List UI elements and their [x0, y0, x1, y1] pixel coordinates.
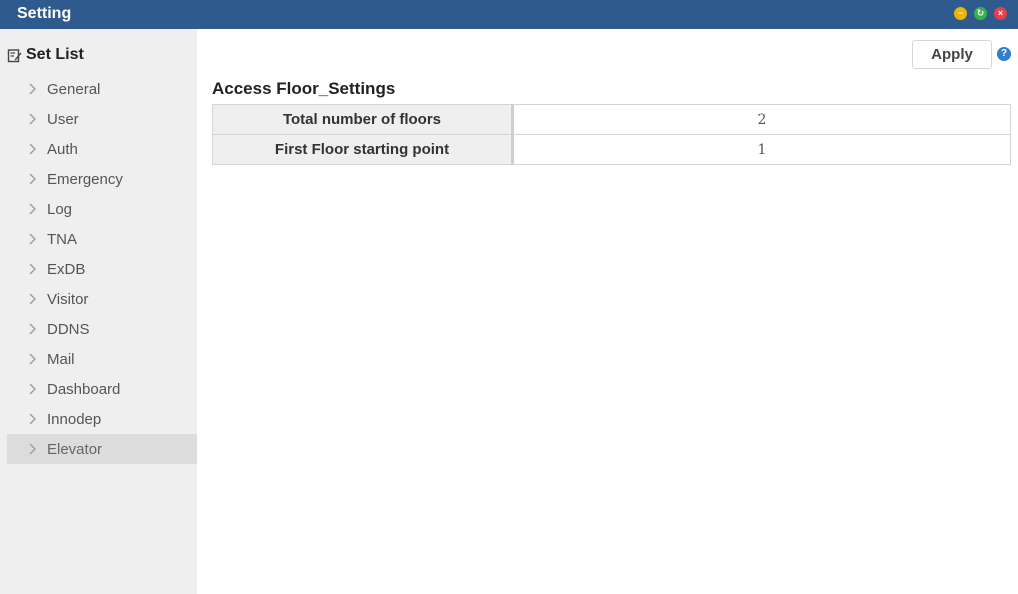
chevron-right-icon — [29, 383, 36, 395]
sidebar-item-label: Emergency — [47, 170, 123, 188]
sidebar-item-mail[interactable]: Mail — [7, 344, 197, 374]
chevron-right-icon — [29, 233, 36, 245]
setting-value-field[interactable]: 1 — [512, 134, 1011, 165]
settings-table: Total number of floors 2 First Floor start… — [212, 104, 1011, 165]
minimize-icon[interactable]: − — [954, 7, 967, 20]
chevron-right-icon — [29, 443, 36, 455]
chevron-right-icon — [29, 143, 36, 155]
sidebar-item-label: Innodep — [47, 410, 102, 428]
edit-list-icon — [7, 48, 22, 62]
settings-nav: General User Auth Emergency Log TNA ExDB Visito… — [7, 74, 197, 464]
setting-label: First Floor starting point — [212, 134, 514, 165]
sidebar-item-label: ExDB — [47, 260, 86, 278]
sidebar: Set List General User Auth Emergency Log TNA E… — [0, 29, 197, 594]
table-row: Total number of floors 2 — [212, 104, 1011, 135]
sidebar-item-label: Auth — [47, 140, 78, 158]
chevron-right-icon — [29, 263, 36, 275]
sidebar-item-label: DDNS — [47, 320, 90, 338]
sidebar-item-dashboard[interactable]: Dashboard — [7, 374, 197, 404]
chevron-right-icon — [29, 173, 36, 185]
sidebar-item-emergency[interactable]: Emergency — [7, 164, 197, 194]
apply-button[interactable]: Apply — [912, 40, 992, 69]
sidebar-title: Set List — [26, 46, 84, 63]
sidebar-item-label: Log — [47, 200, 73, 218]
sidebar-item-general[interactable]: General — [7, 74, 197, 104]
sidebar-item-auth[interactable]: Auth — [7, 134, 197, 164]
chevron-right-icon — [29, 353, 36, 365]
sidebar-item-user[interactable]: User — [7, 104, 197, 134]
chevron-right-icon — [29, 203, 36, 215]
sidebar-item-label: Dashboard — [47, 380, 121, 398]
sidebar-item-label: TNA — [47, 230, 77, 248]
chevron-right-icon — [29, 113, 36, 125]
table-row: First Floor starting point 1 — [212, 134, 1011, 165]
setting-value-field[interactable]: 2 — [512, 104, 1011, 135]
window-title: Setting — [17, 5, 72, 22]
section-title: Access Floor_Settings — [212, 79, 396, 98]
sidebar-item-visitor[interactable]: Visitor — [7, 284, 197, 314]
sidebar-item-elevator[interactable]: Elevator — [7, 434, 197, 464]
sidebar-item-label: Elevator — [47, 440, 103, 458]
sidebar-header: Set List — [7, 45, 84, 65]
help-icon[interactable]: ? — [997, 47, 1011, 61]
sidebar-item-exdb[interactable]: ExDB — [7, 254, 197, 284]
setting-label: Total number of floors — [212, 104, 514, 135]
sidebar-item-log[interactable]: Log — [7, 194, 197, 224]
sidebar-item-ddns[interactable]: DDNS — [7, 314, 197, 344]
restore-icon[interactable]: ↻ — [974, 7, 987, 20]
sidebar-item-label: User — [47, 110, 79, 128]
sidebar-item-label: Mail — [47, 350, 75, 368]
sidebar-item-tna[interactable]: TNA — [7, 224, 197, 254]
sidebar-item-label: General — [47, 80, 101, 98]
chevron-right-icon — [29, 83, 36, 95]
chevron-right-icon — [29, 323, 36, 335]
sidebar-item-label: Visitor — [47, 290, 89, 308]
title-bar: Setting − ↻ × — [0, 0, 1018, 29]
sidebar-item-innodep[interactable]: Innodep — [7, 404, 197, 434]
chevron-right-icon — [29, 293, 36, 305]
chevron-right-icon — [29, 413, 36, 425]
close-icon[interactable]: × — [994, 7, 1007, 20]
